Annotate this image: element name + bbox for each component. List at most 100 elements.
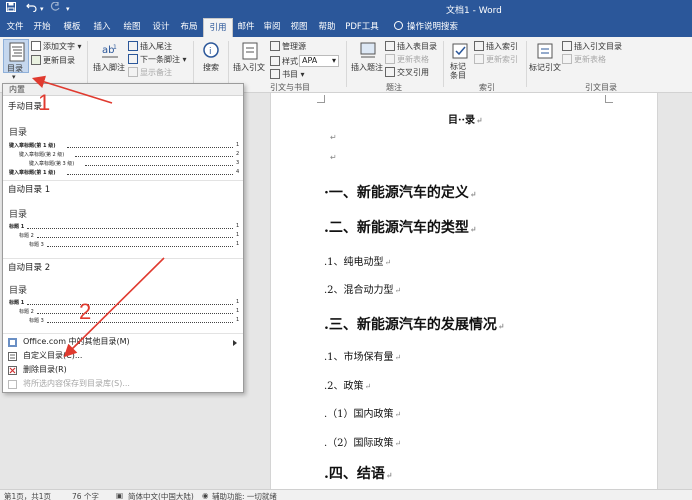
toc-preview-line: 键入章标题(第 1 级) 1 xyxy=(9,142,240,149)
toc-preview-line: 标题 31 xyxy=(29,317,240,324)
redo-icon[interactable] xyxy=(50,1,60,16)
remove-toc-label: 删除目录(R) xyxy=(23,365,67,374)
insert-index-button[interactable]: 插入索引 xyxy=(474,41,518,52)
update-table-button[interactable]: 更新表格 xyxy=(385,54,429,65)
custom-toc-menu-item[interactable]: 自定义目录(C)... xyxy=(3,349,243,363)
update-table-authorities-icon xyxy=(562,54,572,64)
cross-reference-button[interactable]: 交叉引用 xyxy=(385,67,429,78)
update-toc-button[interactable]: 更新目录 xyxy=(31,55,75,66)
ribbon-separator xyxy=(346,41,347,87)
word-count[interactable]: 76 个字 xyxy=(72,491,99,500)
toc-preview-line: 标题 11 xyxy=(9,223,240,230)
tell-me-search[interactable]: 操作说明搜索 xyxy=(394,18,458,37)
doc-heading: ·一、新能源汽车的定义↵ xyxy=(324,185,477,201)
tab-insert[interactable]: 插入 xyxy=(90,18,114,37)
insert-endnote-button[interactable]: 插入尾注 xyxy=(128,41,172,52)
accessibility-status[interactable]: 辅助功能: 一切就绪 xyxy=(212,491,277,500)
update-index-label: 更新索引 xyxy=(486,55,518,64)
gallery-item-auto-toc-1[interactable]: 自动目录 1 目录 标题 11 标题 21 标题 31 xyxy=(3,181,243,257)
insert-citation-button[interactable]: 插入引文 xyxy=(232,39,268,79)
custom-toc-label: 自定义目录(C)... xyxy=(23,351,83,360)
tab-review[interactable]: 审阅 xyxy=(261,18,283,37)
tab-templates[interactable]: 模板 xyxy=(60,18,84,37)
gallery-item-auto-toc-2[interactable]: 自动目录 2 目录 标题 11 标题 21 标题 31 xyxy=(3,259,243,333)
insert-caption-button[interactable]: 插入题注 xyxy=(350,39,386,79)
tab-file[interactable]: 文件 xyxy=(4,18,26,37)
update-index-button[interactable]: 更新索引 xyxy=(474,54,518,65)
doc-subheading: .（1）国内政策↵ xyxy=(324,409,402,420)
doc-heading: .三、新能源汽车的发展情况↵ xyxy=(324,317,505,333)
bibliography-button[interactable]: 书目 ▾ xyxy=(270,69,305,80)
document-page[interactable]: 目··录↵ ↵ ↵ ·一、新能源汽车的定义↵ .二、新能源汽车的类型↵ .1、纯… xyxy=(270,93,658,489)
submenu-arrow-icon xyxy=(233,340,237,346)
doc-subheading: .1、纯电动型↵ xyxy=(324,257,392,268)
insert-index-label: 插入索引 xyxy=(486,42,518,51)
manage-sources-button[interactable]: 管理源 xyxy=(270,41,306,52)
bibliography-icon xyxy=(270,69,280,79)
insert-table-of-figures-button[interactable]: 插入表目录 xyxy=(385,41,437,52)
toc-dropdown-chevron-icon[interactable]: ▾ xyxy=(12,73,16,81)
mark-citation-button[interactable]: 标记引文 xyxy=(529,39,561,79)
tab-layout[interactable]: 布局 xyxy=(177,18,201,37)
search-button[interactable]: i 搜索 xyxy=(198,39,224,79)
citation-style-select[interactable]: APA ▾ xyxy=(299,55,339,67)
crop-mark xyxy=(605,95,613,103)
toc-preview-line: 键入章标题(第 1 级) 4 xyxy=(9,169,240,176)
toc-button[interactable]: 目录 xyxy=(3,39,29,73)
group-citations-label: 引文与书目 xyxy=(270,83,310,92)
ribbon-separator xyxy=(526,41,527,87)
toc-dropdown-gallery[interactable]: 内置 手动目录 目录 键入章标题(第 1 级) 1 键入章标题(第 2 级) 2 键… xyxy=(2,83,244,393)
doc-subheading: .（2）国际政策↵ xyxy=(324,438,402,449)
save-to-gallery-menu-item[interactable]: 将所选内容保存到目录库(S)... xyxy=(3,377,243,391)
language-status[interactable]: 简体中文(中国大陆) xyxy=(128,491,194,500)
tab-references[interactable]: 引用 xyxy=(203,18,233,37)
ribbon-separator xyxy=(228,41,229,87)
annotation-number-1: 1 xyxy=(38,90,51,115)
mark-entry-icon xyxy=(452,43,468,59)
gallery-preview-title: 目录 xyxy=(9,210,28,220)
tab-pdf-tools[interactable]: PDF工具 xyxy=(344,18,380,37)
mark-entry-button[interactable]: 标记条目 xyxy=(447,39,473,80)
page-count[interactable]: 第1页，共1页 xyxy=(4,491,51,500)
save-icon[interactable] xyxy=(6,2,16,16)
manage-sources-label: 管理源 xyxy=(282,42,306,51)
svg-text:1: 1 xyxy=(113,44,117,51)
gallery-preview-title: 目录 xyxy=(9,128,28,138)
tab-mailings[interactable]: 邮件 xyxy=(235,18,257,37)
toc-preview-line: 键入章标题(第 2 级) 2 xyxy=(19,151,240,158)
toc-preview-line: 标题 21 xyxy=(19,308,240,315)
tab-draw[interactable]: 绘图 xyxy=(120,18,144,37)
update-toc-icon xyxy=(31,55,41,65)
ribbon-separator xyxy=(443,41,444,87)
proofing-icon[interactable]: ▣ xyxy=(116,491,123,500)
table-of-figures-icon xyxy=(385,41,395,51)
customize-icon[interactable]: ▾ xyxy=(66,2,70,16)
next-footnote-button[interactable]: 下一条脚注 ▾ xyxy=(128,54,187,65)
tab-view[interactable]: 视图 xyxy=(288,18,310,37)
tab-help[interactable]: 帮助 xyxy=(316,18,338,37)
gallery-separator xyxy=(3,333,243,334)
update-table-authorities-button[interactable]: 更新表格 xyxy=(562,54,606,65)
title-bar: ▾ ▾ 文档1 - Word xyxy=(0,0,692,18)
remove-toc-menu-item[interactable]: 删除目录(R) xyxy=(3,363,243,377)
insert-footnote-button[interactable]: ab 1 插入脚注 xyxy=(92,39,126,79)
insert-table-of-authorities-button[interactable]: 插入引文目录 xyxy=(562,41,622,52)
tell-me-label: 操作说明搜索 xyxy=(407,22,459,32)
tab-home[interactable]: 开始 xyxy=(30,18,54,37)
undo-dropdown-icon[interactable]: ▾ xyxy=(40,2,44,16)
ribbon-tabs: 文件 开始 模板 插入 绘图 设计 布局 引用 邮件 审阅 视图 帮助 PDF工… xyxy=(0,18,692,37)
add-text-button[interactable]: 添加文字 ▾ xyxy=(31,41,82,52)
next-footnote-label: 下一条脚注 xyxy=(140,55,180,64)
show-notes-button[interactable]: 显示备注 xyxy=(128,67,172,78)
status-bar: 第1页，共1页 76 个字 ▣ 简体中文(中国大陆) ◉ 辅助功能: 一切就绪 xyxy=(0,489,692,500)
accessibility-icon[interactable]: ◉ xyxy=(202,491,209,500)
manage-sources-icon xyxy=(270,41,280,51)
tab-design[interactable]: 设计 xyxy=(149,18,173,37)
citation-icon xyxy=(242,42,258,60)
ribbon-separator xyxy=(87,41,88,87)
undo-icon[interactable] xyxy=(26,2,37,16)
insert-citation-label: 插入引文 xyxy=(233,63,265,72)
more-tocs-office-menu-item[interactable]: Office.com 中的其他目录(M) xyxy=(3,335,243,349)
endnote-icon xyxy=(128,41,138,51)
doc-title: 目··录↵ xyxy=(448,115,483,126)
